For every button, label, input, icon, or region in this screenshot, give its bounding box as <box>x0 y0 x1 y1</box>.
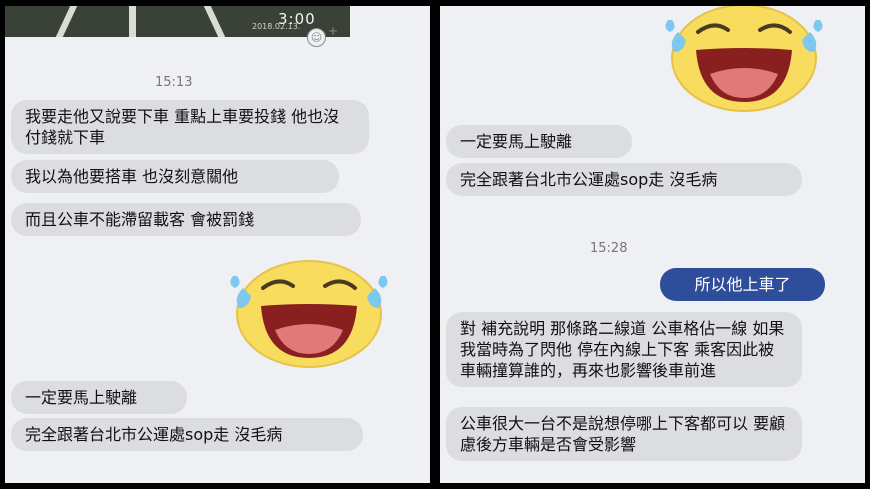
road-lane-marking <box>129 6 136 37</box>
smiley-icon[interactable]: ☺ <box>307 28 326 47</box>
add-reaction-label[interactable]: + <box>328 24 338 38</box>
message-bubble: 對 補充說明 那條路二線道 公車格佔一線 如果我當時為了閃他 停在內線上下客 乘… <box>446 312 802 387</box>
laughing-tears-sticker <box>665 6 823 112</box>
message-bubble: 我以為他要搭車 也沒刻意關他 <box>11 160 339 193</box>
message-bubble: 而且公車不能滯留載客 會被罰錢 <box>11 203 361 236</box>
outgoing-message-bubble: 所以他上車了 <box>660 268 825 301</box>
time-divider: 15:28 <box>590 241 628 256</box>
message-bubble: 我要走他又說要下車 重點上車要投錢 他也沒付錢就下車 <box>11 100 369 154</box>
message-bubble: 一定要馬上駛離 <box>446 125 632 158</box>
time-divider: 15:13 <box>155 75 193 90</box>
road-lane-marking <box>203 6 226 37</box>
right-chat-panel: 一定要馬上駛離 完全跟著台北市公運處sop走 沒毛病 15:28 所以他上車了 … <box>440 6 865 483</box>
video-duration: 3:00 <box>278 10 316 28</box>
message-bubble: 完全跟著台北市公運處sop走 沒毛病 <box>11 418 363 451</box>
message-bubble: 公車很大一台不是說想停哪上下客都可以 要顧慮後方車輛是否會受影響 <box>446 407 802 461</box>
video-thumbnail[interactable]: 2018.02.13. 3:00 <box>5 6 350 37</box>
left-chat-panel: 2018.02.13. 3:00 ☺ + 15:13 我要走他又說要下車 重點上… <box>5 6 430 483</box>
message-bubble: 完全跟著台北市公運處sop走 沒毛病 <box>446 163 802 196</box>
message-bubble: 一定要馬上駛離 <box>11 381 187 414</box>
laughing-tears-sticker <box>230 260 388 368</box>
road-lane-marking <box>55 6 78 37</box>
